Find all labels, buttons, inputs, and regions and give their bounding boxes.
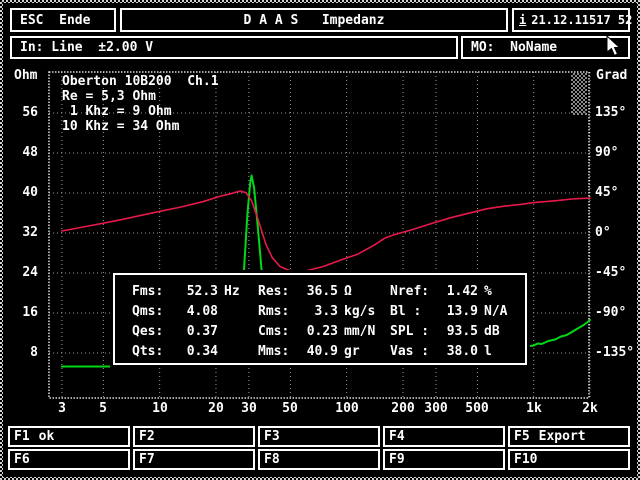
param-label: SPL : — [390, 322, 434, 342]
param-label: Mms: — [258, 342, 295, 362]
param-label: Res: — [258, 282, 295, 302]
param-value: 0.34 — [178, 342, 218, 362]
param-unit: N/A — [478, 302, 522, 322]
measurement-annotation: Oberton 10B200 Ch.1 Re = 5,3 Ohm 1 Khz =… — [62, 74, 219, 134]
impedance-plot — [0, 0, 640, 480]
dither-artifact — [571, 73, 587, 115]
ts-parameters-box: Fms:52.3HzRes:36.5ΩNref:1.42% Qms:4.08 Rms… — [113, 273, 527, 365]
mouse-cursor — [606, 35, 622, 57]
param-unit — [218, 302, 258, 322]
param-unit: gr — [338, 342, 390, 362]
param-unit: Ω — [338, 282, 390, 302]
param-unit — [218, 342, 258, 362]
param-value: 1.42 — [434, 282, 478, 302]
param-label: Rms: — [258, 302, 295, 322]
param-value: 93.5 — [434, 322, 478, 342]
param-unit: % — [478, 282, 522, 302]
param-label: Qts: — [132, 342, 178, 362]
param-value: 13.9 — [434, 302, 478, 322]
impedance-phase-curve — [62, 191, 590, 271]
param-value: 0.23 — [295, 322, 338, 342]
param-value: 40.9 — [295, 342, 338, 362]
param-label: Bl : — [390, 302, 434, 322]
param-unit: Hz — [218, 282, 258, 302]
param-label: Cms: — [258, 322, 295, 342]
param-value: 36.5 — [295, 282, 338, 302]
param-value: 38.0 — [434, 342, 478, 362]
param-label: Fms: — [132, 282, 178, 302]
param-value: 52.3 — [178, 282, 218, 302]
param-value: 4.08 — [178, 302, 218, 322]
param-unit: dB — [478, 322, 522, 342]
param-label: Qms: — [132, 302, 178, 322]
param-label: Vas : — [390, 342, 434, 362]
param-value: 0.37 — [178, 322, 218, 342]
param-unit — [218, 322, 258, 342]
param-unit: l — [478, 342, 522, 362]
param-unit: kg/s — [338, 302, 390, 322]
param-label: Nref: — [390, 282, 434, 302]
daas-screen: ESC Ende D A A S Impedanz i 21.12.11517 … — [0, 0, 640, 480]
param-unit: mm/N — [338, 322, 390, 342]
param-value: 3.3 — [295, 302, 338, 322]
param-label: Qes: — [132, 322, 178, 342]
